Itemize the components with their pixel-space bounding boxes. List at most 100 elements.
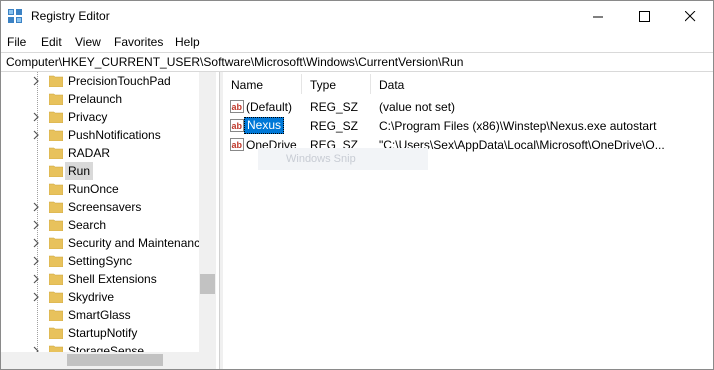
value-data: C:\Program Files (x86)\Winstep\Nexus.exe…	[379, 119, 657, 133]
registry-editor-window: Registry Editor File Edit View Favorites…	[0, 0, 714, 370]
tree-item[interactable]: Security and Maintenance	[1, 234, 207, 252]
menu-file[interactable]: File	[7, 35, 26, 49]
menu-favorites[interactable]: Favorites	[114, 35, 163, 49]
value-type: REG_SZ	[310, 119, 359, 133]
window-title: Registry Editor	[31, 9, 110, 23]
tree-item[interactable]: Skydrive	[1, 288, 199, 306]
close-button[interactable]	[667, 1, 713, 31]
tree-item[interactable]: RADAR	[1, 144, 199, 162]
folder-icon	[49, 75, 63, 87]
column-header-name[interactable]: Name	[223, 72, 301, 96]
tree-item[interactable]: Shell Extensions	[1, 270, 199, 288]
tree-item[interactable]: Run	[1, 162, 199, 180]
registry-app-icon	[8, 9, 22, 23]
close-icon	[684, 10, 695, 21]
value-row[interactable]: ab Nexus REG_SZ C:\Program Files (x86)\Wins…	[223, 117, 713, 135]
folder-icon	[49, 219, 63, 231]
folder-icon	[49, 309, 63, 321]
tree-vertical-scrollbar[interactable]	[199, 72, 216, 352]
folder-icon	[49, 93, 63, 105]
tree-item-label: Search	[68, 218, 107, 232]
tree-item-label: Privacy	[68, 110, 108, 124]
minimize-button[interactable]	[575, 1, 621, 31]
maximize-icon	[638, 10, 650, 22]
tree-horizontal-scroll-thumb[interactable]	[67, 354, 163, 366]
menu-help[interactable]: Help	[175, 35, 200, 49]
svg-text:ab: ab	[232, 102, 243, 112]
folder-icon	[49, 111, 63, 123]
value-name[interactable]: Nexus	[244, 117, 285, 134]
menu-bar: File Edit View Favorites Help	[1, 33, 713, 51]
tree-item-label: SmartGlass	[68, 308, 131, 322]
chevron-right-icon[interactable]	[32, 130, 40, 140]
tree-item-label: SettingSync	[68, 254, 133, 268]
menu-edit[interactable]: Edit	[41, 35, 62, 49]
tree-item-label: Security and Maintenance	[68, 236, 207, 250]
folder-icon	[49, 183, 63, 195]
tree-item-label: Shell Extensions	[68, 272, 157, 286]
folder-icon	[49, 129, 63, 141]
tree-vertical-scroll-thumb[interactable]	[200, 274, 215, 294]
folder-icon	[49, 273, 63, 285]
column-header-data[interactable]: Data	[371, 72, 711, 96]
key-tree-pane[interactable]: PrecisionTouchPad Prelaunch Privacy PushNot…	[1, 72, 216, 369]
column-header-type[interactable]: Type	[302, 72, 370, 96]
tree-item-label: PushNotifications	[68, 128, 161, 142]
tree-item-label: Skydrive	[68, 290, 115, 304]
column-name-label: Name	[231, 78, 264, 92]
column-type-label: Type	[310, 78, 337, 92]
value-name[interactable]: (Default)	[246, 100, 292, 114]
tree-item[interactable]: PushNotifications	[1, 126, 199, 144]
tree-item[interactable]: PrecisionTouchPad	[1, 72, 199, 90]
chevron-right-icon[interactable]	[32, 76, 40, 86]
chevron-right-icon[interactable]	[32, 256, 40, 266]
column-data-label: Data	[379, 78, 405, 92]
address-bar[interactable]: Computer\HKEY_CURRENT_USER\Software\Micr…	[1, 52, 713, 72]
menu-view[interactable]: View	[75, 35, 101, 49]
title-bar[interactable]: Registry Editor	[1, 1, 713, 31]
chevron-right-icon[interactable]	[32, 274, 40, 284]
svg-text:ab: ab	[232, 140, 243, 150]
value-type: REG_SZ	[310, 100, 359, 114]
tree-item-label: Run	[68, 164, 91, 178]
tree-item[interactable]: StartupNotify	[1, 324, 199, 342]
chevron-right-icon[interactable]	[32, 202, 40, 212]
folder-icon	[49, 147, 63, 159]
folder-icon	[49, 255, 63, 267]
string-value-icon: ab	[230, 119, 244, 132]
tree-item[interactable]: Privacy	[1, 108, 199, 126]
string-value-icon: ab	[230, 138, 244, 151]
folder-icon	[49, 291, 63, 303]
scrollbar-corner	[199, 352, 216, 369]
svg-text:ab: ab	[232, 121, 243, 131]
string-value-icon: ab	[230, 100, 244, 113]
chevron-right-icon[interactable]	[32, 238, 40, 248]
values-list-pane[interactable]: Name Type Data ab (Default) REG_SZ (value n…	[223, 72, 713, 369]
tree-item[interactable]: Prelaunch	[1, 90, 199, 108]
folder-icon	[49, 237, 63, 249]
minimize-icon	[592, 16, 603, 17]
folder-icon	[49, 201, 63, 213]
chevron-right-icon[interactable]	[32, 292, 40, 302]
tree-item-label: RADAR	[68, 146, 111, 160]
maximize-button[interactable]	[621, 1, 667, 31]
address-path[interactable]: Computer\HKEY_CURRENT_USER\Software\Micr…	[6, 55, 463, 69]
tree-item[interactable]: SmartGlass	[1, 306, 199, 324]
folder-icon	[49, 165, 63, 177]
chevron-right-icon[interactable]	[32, 112, 40, 122]
tree-item-label: StartupNotify	[68, 326, 138, 340]
chevron-right-icon[interactable]	[32, 220, 40, 230]
tree-item[interactable]: Search	[1, 216, 199, 234]
tree-item-label: PrecisionTouchPad	[68, 74, 171, 88]
value-data: (value not set)	[379, 100, 456, 114]
tree-item-label: Prelaunch	[68, 92, 123, 106]
ghost-tooltip-text: Windows Snip	[286, 153, 356, 165]
value-row[interactable]: ab (Default) REG_SZ (value not set)	[223, 98, 713, 116]
tree-item-label: Screensavers	[68, 200, 142, 214]
tree-item[interactable]: SettingSync	[1, 252, 199, 270]
tree-item[interactable]: RunOnce	[1, 180, 199, 198]
tree-item[interactable]: Screensavers	[1, 198, 199, 216]
folder-icon	[49, 327, 63, 339]
ghost-tooltip: Windows Snip	[258, 148, 428, 170]
tree-item-label: RunOnce	[68, 182, 119, 196]
